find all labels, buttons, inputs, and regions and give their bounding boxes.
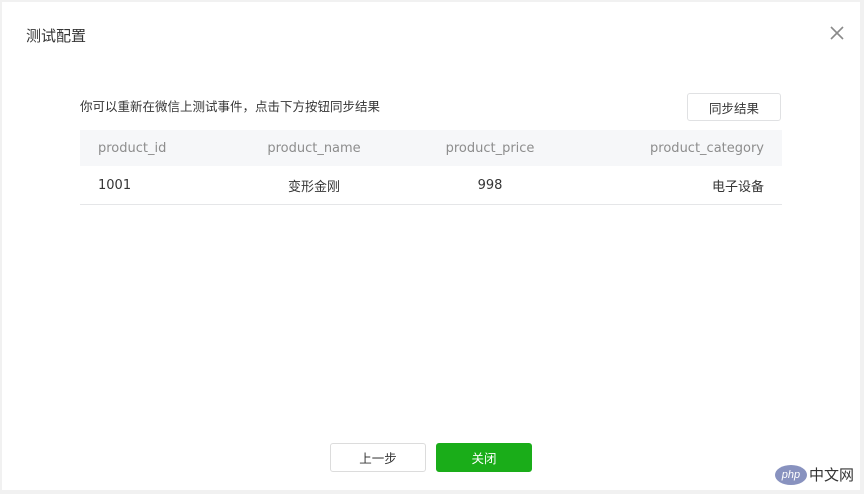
result-table: product_id product_name product_price pr… [80,130,782,205]
column-header-product-id: product_id [98,140,167,156]
close-button[interactable]: 关闭 [436,443,532,472]
watermark-text: 中文网 [808,466,854,484]
table-row: 1001 变形金刚 998 电子设备 [80,166,782,205]
table-header: product_id product_name product_price pr… [80,130,782,166]
dialog-title: 测试配置 [26,27,87,45]
sync-description: 你可以重新在微信上测试事件，点击下方按钮同步结果 [80,99,381,114]
column-header-product-name: product_name [267,140,361,156]
site-watermark: php 中文网 [774,464,854,485]
cell-product-name: 变形金刚 [287,179,340,195]
column-header-product-category: product_category [650,140,764,156]
close-icon[interactable] [828,24,846,42]
cell-product-category: 电子设备 [711,179,764,195]
cell-product-price: 998 [477,177,503,193]
cell-product-id: 1001 [98,177,132,193]
previous-step-button[interactable]: 上一步 [330,443,426,472]
sync-result-button[interactable]: 同步结果 [687,93,781,121]
test-config-dialog: 测试配置 你可以重新在微信上测试事件，点击下方按钮同步结果 同步结果 produ… [2,2,860,490]
column-header-product-price: product_price [445,140,535,156]
php-logo: php [774,464,807,485]
